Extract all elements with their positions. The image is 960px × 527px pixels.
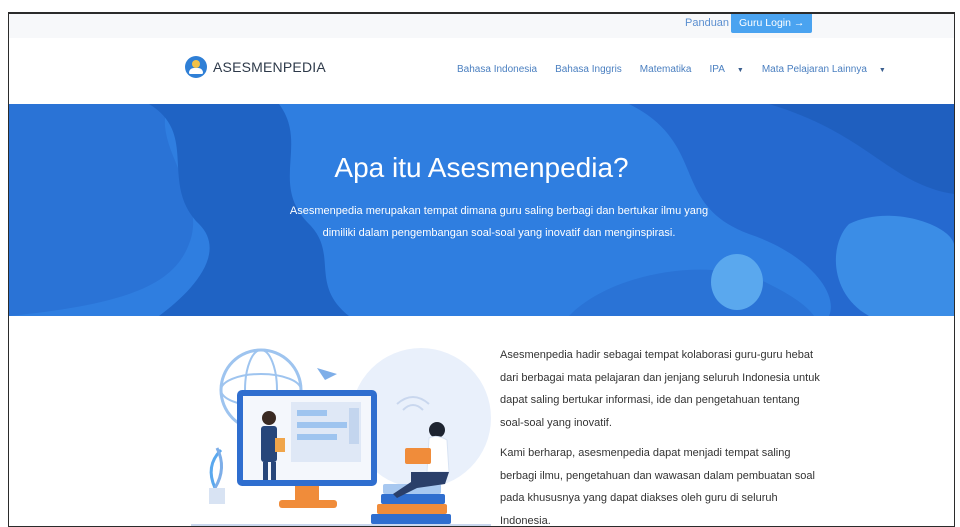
hero-description: Asesmenpedia merupakan tempat dimana gur… (259, 200, 739, 244)
nav-item-bahasa-indonesia[interactable]: Bahasa Indonesia (457, 64, 546, 75)
subject-menu: Bahasa Indonesia Bahasa Inggris Matemati… (457, 64, 904, 75)
browser-viewport: Panduan Guru Login → ASESMENPEDIA Bahasa… (8, 12, 955, 527)
about-paragraph-2: Kami berharap, asesmenpedia dapat menjad… (500, 447, 815, 527)
brand-name: ASESMENPEDIA (213, 59, 326, 75)
hero-description-line-1: Asesmenpedia merupakan tempat dimana gur… (289, 205, 709, 217)
nav-item-label: Bahasa Indonesia (457, 64, 538, 75)
about-text: Asesmenpedia hadir sebagai tempat kolabo… (500, 344, 820, 527)
main-navbar: ASESMENPEDIA Bahasa Indonesia Bahasa Ing… (9, 38, 954, 104)
hero-title: Apa itu Asesmenpedia? (334, 152, 629, 183)
nav-item-ipa[interactable]: IPA ▼ (709, 64, 752, 75)
nav-item-label: Matematika (639, 64, 692, 75)
top-bar: Panduan Guru Login → (9, 14, 954, 38)
nav-item-label: Mata Pelajaran Lainnya (761, 64, 867, 75)
tut-wuri-handayani-logo-icon (185, 56, 207, 78)
hero-description-line-2: dimiliki dalam pengembangan soal-soal ya… (322, 227, 676, 239)
teacher-login-button[interactable]: Guru Login → (731, 14, 813, 33)
nav-item-matematika[interactable]: Matematika (640, 64, 701, 75)
guide-link[interactable]: Panduan (685, 17, 729, 29)
nav-item-mata-pelajaran-lainnya[interactable]: Mata Pelajaran Lainnya ▼ (762, 64, 895, 75)
caret-down-icon: ▼ (878, 67, 886, 74)
nav-item-label: Bahasa Inggris (555, 64, 622, 75)
online-learning-illustration (191, 348, 491, 526)
about-section: Asesmenpedia hadir sebagai tempat kolabo… (9, 316, 954, 526)
hero-banner: Apa itu Asesmenpedia? Asesmenpedia merup… (9, 104, 954, 316)
caret-down-icon: ▼ (736, 67, 744, 74)
nav-item-label: IPA (709, 64, 725, 75)
site-logo[interactable]: ASESMENPEDIA (185, 56, 326, 78)
about-paragraph-1: Asesmenpedia hadir sebagai tempat kolabo… (500, 349, 820, 429)
nav-item-bahasa-inggris[interactable]: Bahasa Inggris (555, 64, 631, 75)
